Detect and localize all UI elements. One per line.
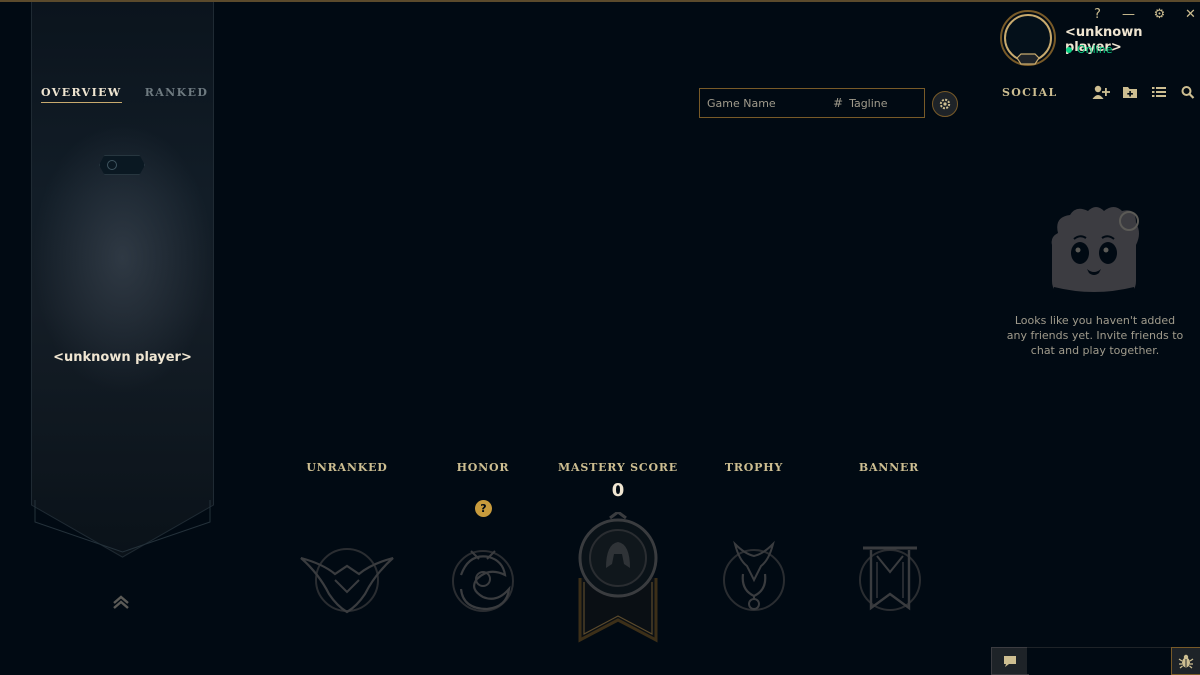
gear-icon xyxy=(939,98,951,110)
mastery-score-label: MASTERY SCORE xyxy=(558,461,678,474)
honor-help-icon[interactable]: ? xyxy=(475,500,492,517)
social-title: SOCIAL xyxy=(1002,86,1058,99)
bug-report-button[interactable] xyxy=(1171,647,1200,675)
mastery-emblem-icon[interactable] xyxy=(576,512,660,644)
tab-ranked[interactable]: RANKED xyxy=(145,86,209,103)
minimize-button[interactable]: — xyxy=(1113,6,1144,24)
close-button[interactable]: ✕ xyxy=(1175,6,1200,24)
top-gold-line xyxy=(0,0,1200,2)
chat-button[interactable] xyxy=(991,647,1029,675)
settings-button[interactable]: ⚙ xyxy=(1144,6,1175,24)
banner-player-name: <unknown player> xyxy=(53,350,192,365)
chat-bubble-icon xyxy=(1004,656,1016,667)
honor-emblem-icon[interactable] xyxy=(449,545,517,615)
level-badge xyxy=(99,155,145,175)
no-friends-message: Looks like you haven't added any friends… xyxy=(1006,314,1184,357)
expand-banner-icon[interactable] xyxy=(112,594,130,610)
chat-bar[interactable] xyxy=(1027,647,1171,674)
unranked-emblem-icon[interactable] xyxy=(299,544,395,614)
online-status[interactable]: Online xyxy=(1066,43,1112,56)
honor-label: HONOR xyxy=(456,461,510,474)
avatar[interactable] xyxy=(998,8,1058,72)
game-name-input[interactable] xyxy=(705,95,833,111)
trophy-label: TROPHY xyxy=(724,461,784,474)
unranked-label: UNRANKED xyxy=(306,461,388,474)
mastery-score-value: 0 xyxy=(611,480,625,501)
tab-overview[interactable]: OVERVIEW xyxy=(41,86,122,103)
window-controls: ? — ⚙ ✕ xyxy=(1082,6,1200,24)
status-dot xyxy=(1066,46,1072,53)
help-button[interactable]: ? xyxy=(1082,6,1113,24)
social-toolbar xyxy=(1092,84,1197,100)
add-friend-icon[interactable] xyxy=(1092,84,1110,100)
status-text: Online xyxy=(1077,43,1113,56)
profile-tabs: OVERVIEW RANKED xyxy=(41,86,208,103)
banner-label: BANNER xyxy=(858,461,920,474)
tagline-input[interactable] xyxy=(847,95,922,111)
search-settings-button[interactable] xyxy=(932,91,958,117)
poro-icon xyxy=(1051,207,1139,293)
banner-emblem-icon[interactable] xyxy=(857,542,923,614)
bug-icon xyxy=(1178,654,1194,669)
add-folder-icon[interactable] xyxy=(1121,84,1139,100)
trophy-emblem-icon[interactable] xyxy=(721,540,787,614)
riot-id-search: # xyxy=(699,88,925,118)
search-icon[interactable] xyxy=(1179,84,1197,100)
list-view-icon[interactable] xyxy=(1150,84,1168,100)
hash-icon: # xyxy=(833,96,844,110)
